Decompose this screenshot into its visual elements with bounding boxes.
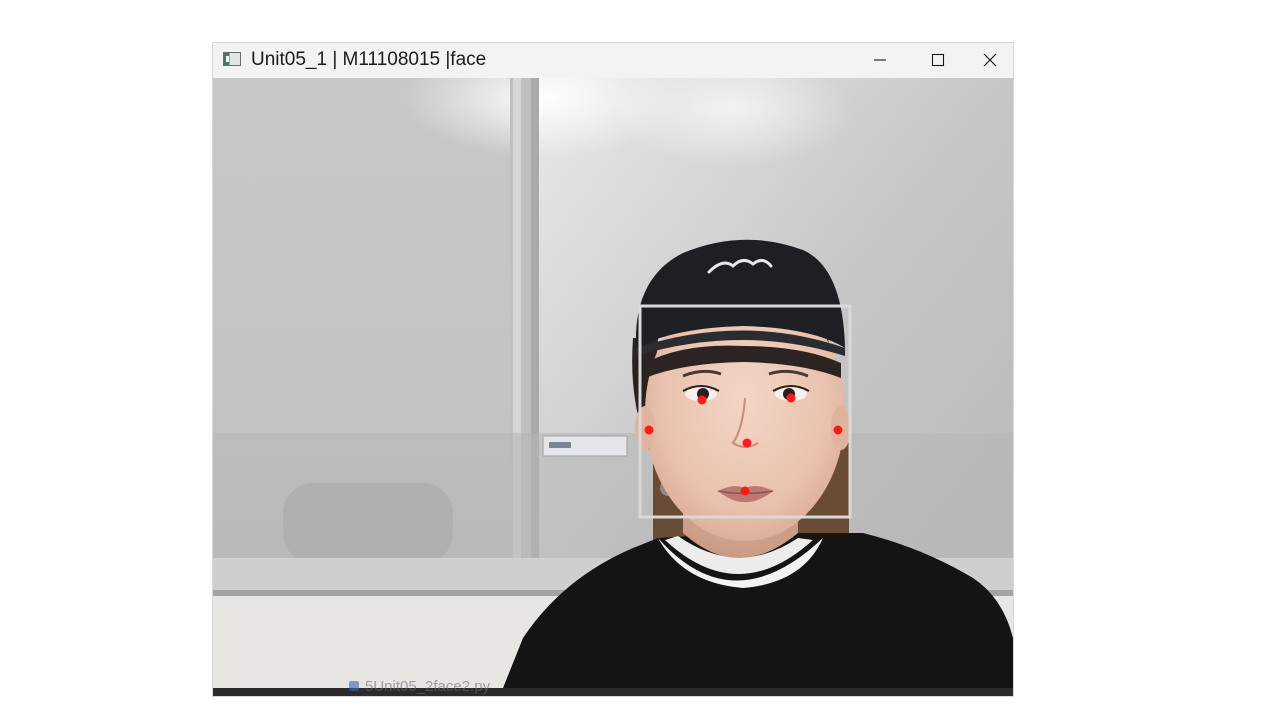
- landmark-nose: [742, 438, 752, 448]
- landmark-left-eye: [786, 393, 796, 403]
- background-editor-tab: 5Unit05_2face2.py: [349, 678, 490, 695]
- title-bar[interactable]: Unit05_1 | M11108015 |face: [213, 43, 1013, 78]
- face-detection-window: Unit05_1 | M11108015 |face 5Unit05_2face…: [213, 43, 1013, 696]
- background-editor-tab-label: 5Unit05_2face2.py: [365, 678, 491, 695]
- python-file-icon: [349, 681, 359, 691]
- close-icon: [983, 53, 997, 67]
- close-button[interactable]: [967, 43, 1013, 78]
- landmark-right-eye: [697, 395, 707, 405]
- screen: Unit05_1 | M11108015 |face 5Unit05_2face…: [0, 0, 1280, 720]
- camera-feed: [213, 78, 1013, 688]
- opencv-window-icon: [223, 52, 241, 66]
- webcam-frame: [213, 78, 1013, 688]
- maximize-icon: [931, 53, 945, 67]
- window-bottom-edge: 5Unit05_2face2.py: [213, 678, 1013, 696]
- minimize-icon: [874, 59, 886, 61]
- landmark-mouth: [740, 486, 750, 496]
- maximize-button[interactable]: [909, 43, 967, 78]
- landmark-left-ear: [833, 425, 843, 435]
- minimize-button[interactable]: [851, 43, 909, 78]
- landmark-right-ear: [644, 425, 654, 435]
- window-title: Unit05_1 | M11108015 |face: [251, 49, 487, 70]
